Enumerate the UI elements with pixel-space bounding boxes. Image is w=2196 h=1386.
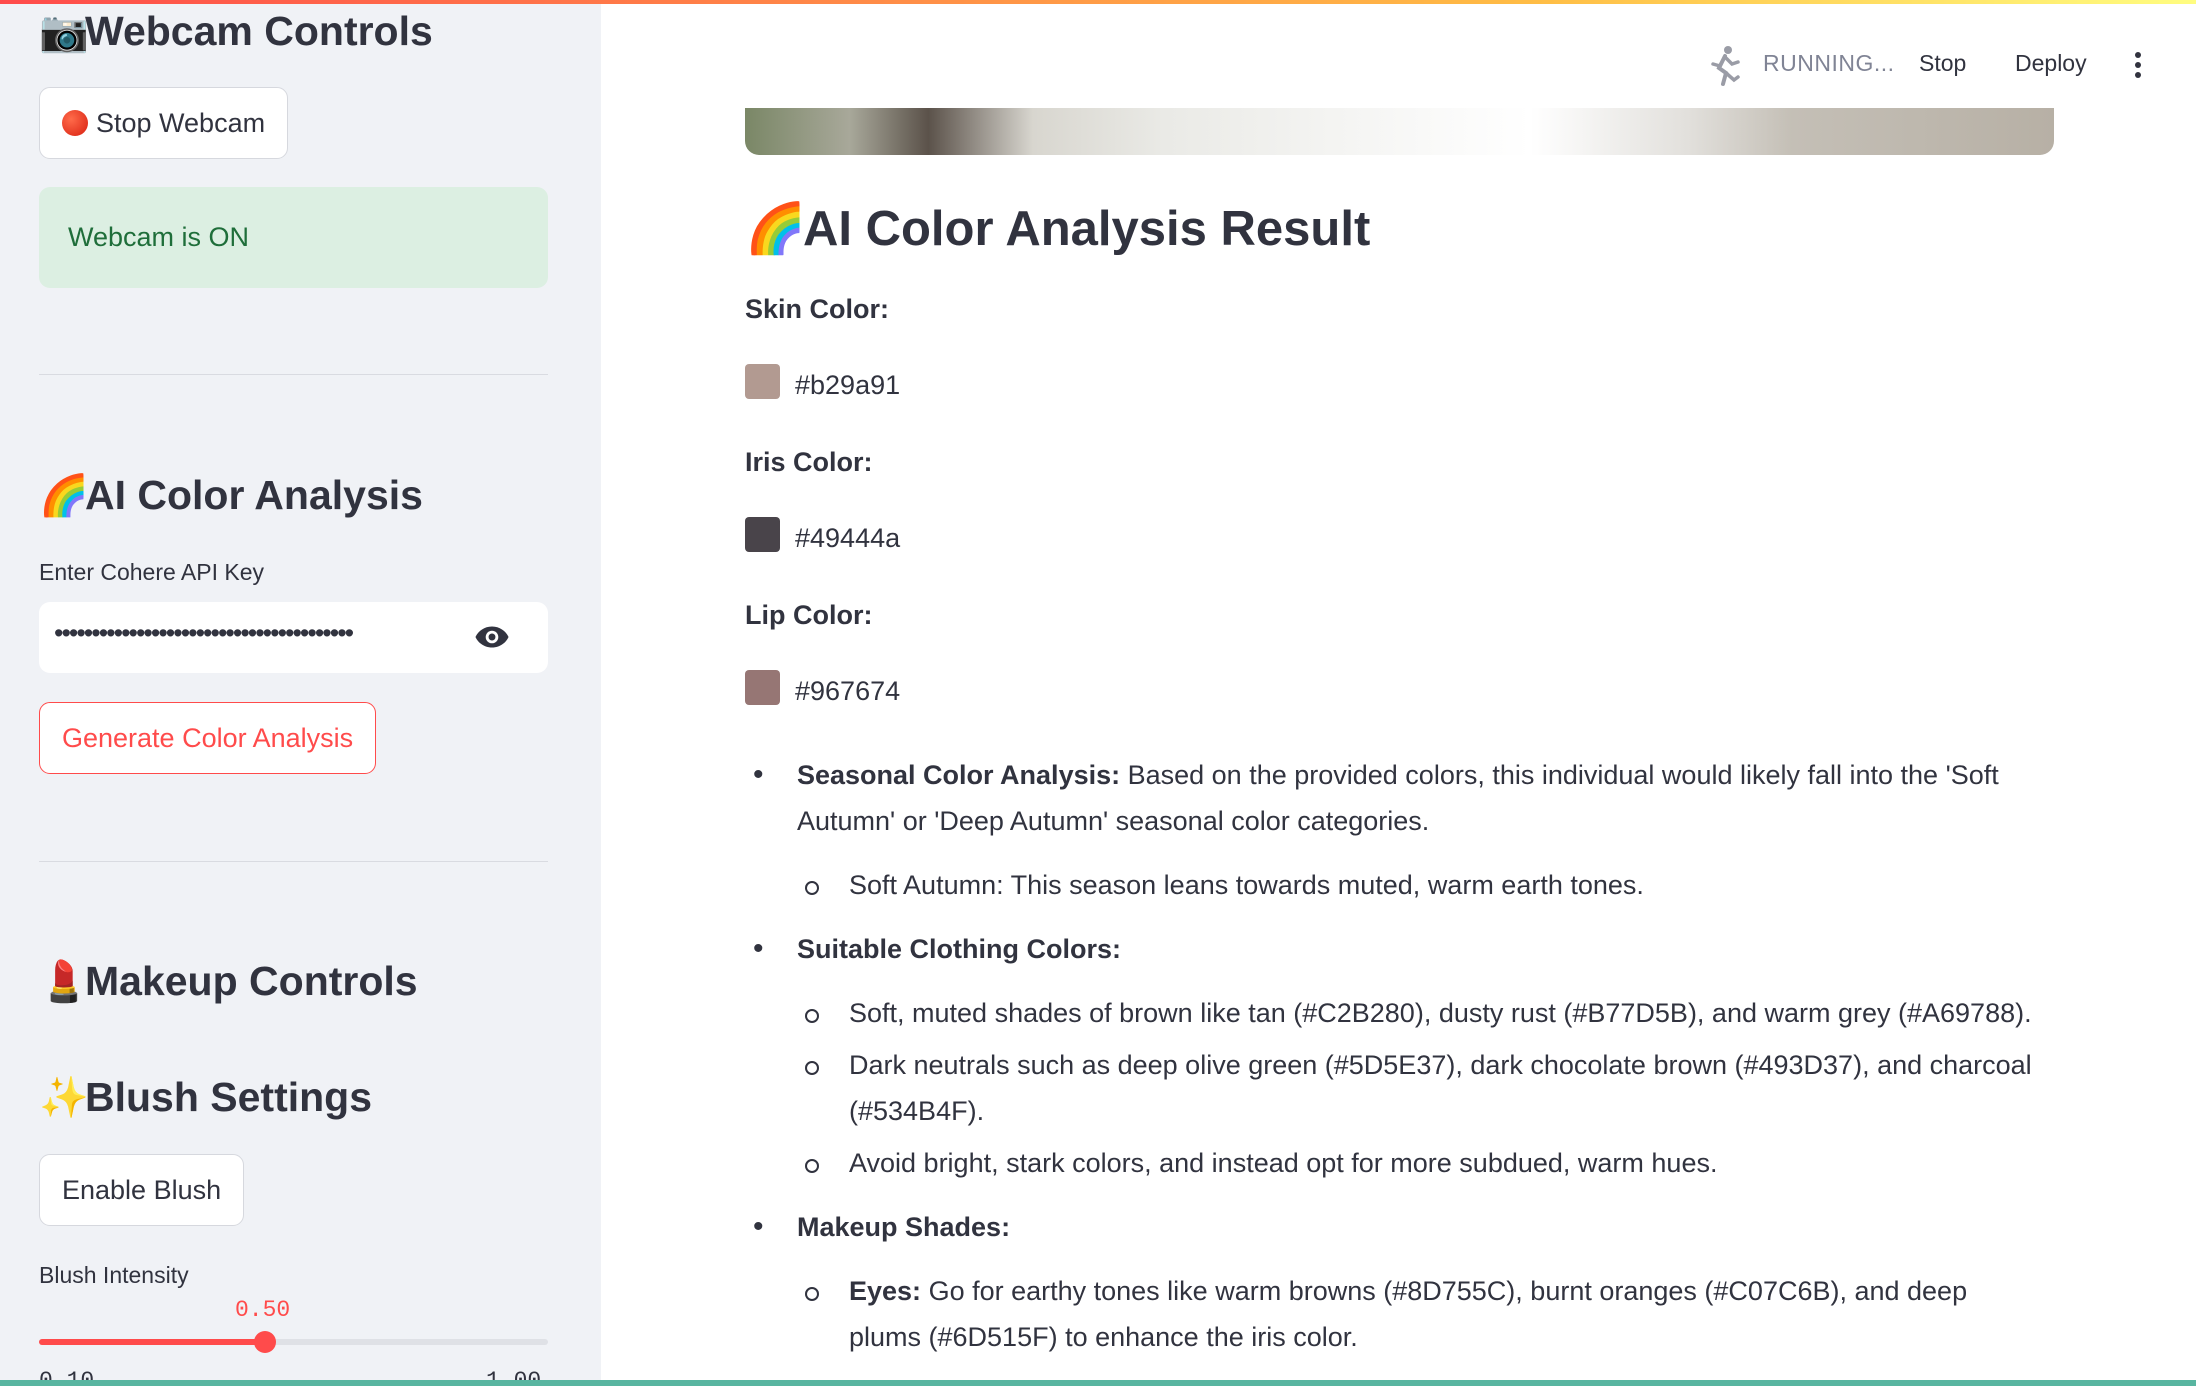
- list-item: Seasonal Color Analysis: Based on the pr…: [745, 752, 2045, 908]
- iris-color-label: Iris Color:: [745, 447, 873, 477]
- more-menu-icon[interactable]: [2135, 52, 2143, 78]
- sub-list-item: Avoid bright, stark colors, and instead …: [745, 1140, 2045, 1186]
- slider-thumb[interactable]: [254, 1331, 277, 1353]
- sub-list-item: Eyes: Go for earthy tones like warm brow…: [745, 1268, 2045, 1360]
- slider-fill: [39, 1339, 266, 1345]
- running-man-icon: [1711, 46, 1740, 86]
- api-key-input[interactable]: ••••••••••••••••••••••••••••••••••••••••: [39, 602, 548, 673]
- webcam-controls-heading: 📷Webcam Controls: [39, 6, 433, 57]
- running-status: RUNNING...: [1763, 50, 1895, 76]
- lip-color-swatch: [745, 670, 780, 705]
- blush-intensity-label: Blush Intensity: [39, 1262, 189, 1288]
- deploy-button[interactable]: Deploy: [2015, 50, 2087, 77]
- iris-color-swatch: [745, 517, 780, 552]
- blush-intensity-value: 0.50: [235, 1297, 291, 1323]
- blush-settings-heading: ✨Blush Settings: [39, 1072, 372, 1123]
- stop-webcam-button[interactable]: Stop Webcam: [39, 87, 289, 159]
- list-item: Makeup Shades: Eyes: Go for earthy tones…: [745, 1204, 2045, 1360]
- sidebar-divider: [39, 861, 548, 862]
- lipstick-icon: 💄: [39, 960, 89, 1004]
- eye-icon[interactable]: [474, 624, 510, 650]
- iris-color-row: #49444a: [745, 515, 900, 554]
- bottom-decoration-bar: [0, 1380, 2196, 1386]
- ai-color-analysis-heading: 🌈AI Color Analysis: [39, 470, 423, 521]
- analysis-list: Seasonal Color Analysis: Based on the pr…: [745, 752, 2045, 1378]
- lip-color-row: #967674: [745, 668, 900, 707]
- api-key-label: Enter Cohere API Key: [39, 559, 265, 585]
- sub-list-item: Soft Autumn: This season leans towards m…: [745, 862, 2045, 908]
- skin-color-label: Skin Color:: [745, 294, 890, 324]
- lip-color-hex: #967674: [795, 676, 901, 706]
- blush-intensity-slider[interactable]: [39, 1331, 548, 1353]
- webcam-status-alert: Webcam is ON: [39, 187, 548, 288]
- sidebar-divider: [39, 374, 548, 375]
- main-content: 🌈AI Color Analysis Result Skin Color: #b…: [601, 0, 2196, 1386]
- skin-color-swatch: [745, 364, 780, 399]
- webcam-video-feed: [745, 108, 2054, 155]
- sub-list-item: Soft, muted shades of brown like tan (#C…: [745, 990, 2045, 1036]
- stop-button[interactable]: Stop: [1919, 50, 1966, 77]
- rainbow-icon: 🌈: [745, 202, 807, 256]
- sparkles-icon: ✨: [39, 1076, 89, 1120]
- makeup-controls-heading: 💄Makeup Controls: [39, 956, 418, 1007]
- stop-sign-icon: [62, 110, 88, 136]
- rainbow-icon: 🌈: [39, 474, 89, 518]
- skin-color-hex: #b29a91: [795, 370, 901, 400]
- sidebar: 📷Webcam Controls Stop Webcam Webcam is O…: [0, 0, 601, 1386]
- skin-color-row: #b29a91: [745, 362, 900, 401]
- app-header: RUNNING... Stop Deploy: [601, 4, 2196, 104]
- generate-color-analysis-button[interactable]: Generate Color Analysis: [39, 702, 377, 774]
- camera-icon: 📷: [39, 10, 89, 54]
- top-decoration-bar: [0, 0, 2196, 4]
- result-heading: 🌈AI Color Analysis Result: [745, 202, 1371, 256]
- enable-blush-button[interactable]: Enable Blush: [39, 1154, 245, 1226]
- list-item: Suitable Clothing Colors: Soft, muted sh…: [745, 926, 2045, 1186]
- iris-color-hex: #49444a: [795, 523, 901, 553]
- sub-list-item: Dark neutrals such as deep olive green (…: [745, 1042, 2045, 1134]
- lip-color-label: Lip Color:: [745, 600, 873, 630]
